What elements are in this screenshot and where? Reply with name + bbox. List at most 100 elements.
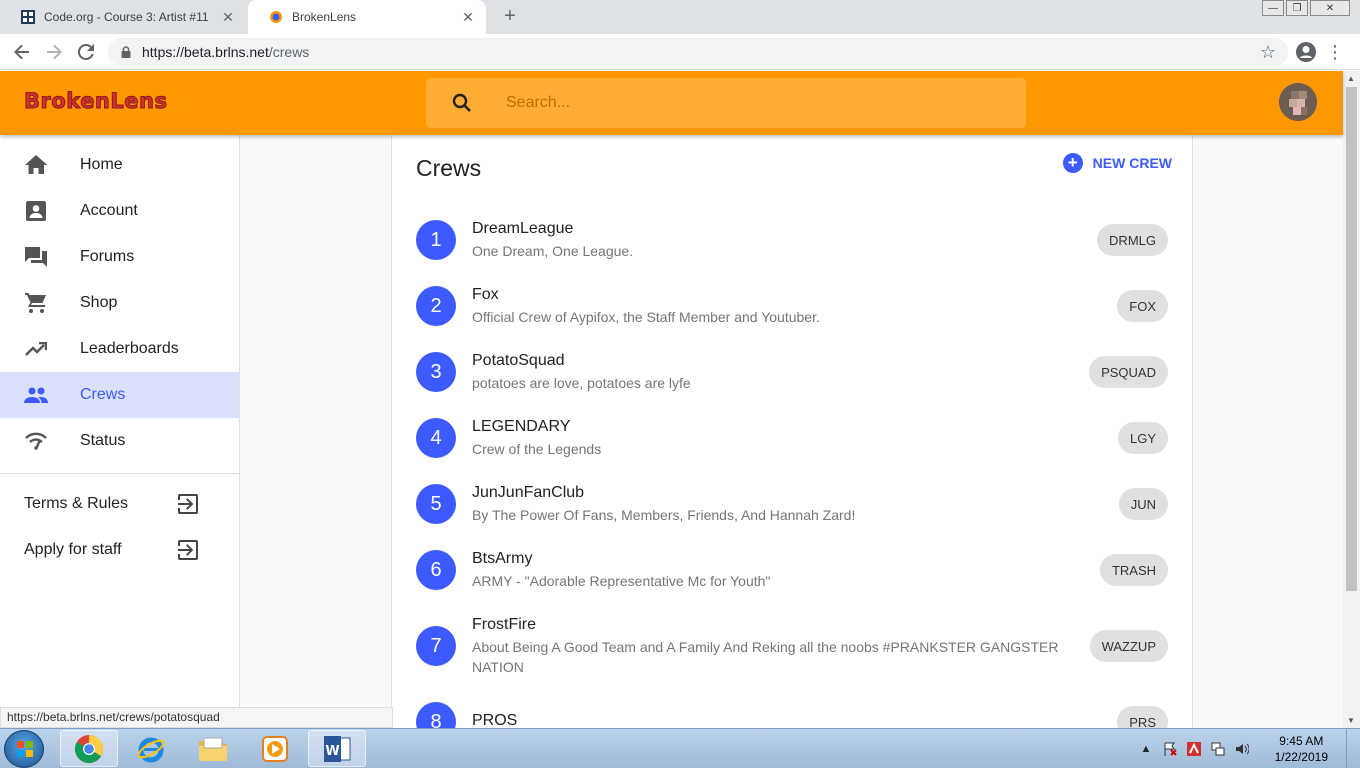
taskbar-media-player[interactable] bbox=[246, 730, 304, 767]
apply-staff-link[interactable]: Apply for staff bbox=[0, 527, 239, 573]
close-window-icon[interactable]: ✕ bbox=[1310, 0, 1350, 16]
sidebar-divider bbox=[0, 473, 239, 474]
terms-rules-link[interactable]: Terms & Rules bbox=[0, 481, 239, 527]
taskbar-explorer[interactable] bbox=[184, 730, 242, 767]
tab-title: BrokenLens bbox=[292, 10, 357, 24]
crew-row[interactable]: 3 PotatoSquad potatoes are love, potatoe… bbox=[392, 351, 1192, 393]
crew-row[interactable]: 5 JunJunFanClub By The Power Of Fans, Me… bbox=[392, 483, 1192, 525]
chrome-icon bbox=[75, 734, 103, 763]
internet-explorer-icon bbox=[137, 737, 165, 762]
crew-row[interactable]: 4 LEGENDARY Crew of the Legends LGY bbox=[392, 417, 1192, 459]
crew-name: PROS bbox=[472, 712, 518, 728]
crew-text: DreamLeague One Dream, One League. bbox=[472, 219, 1062, 261]
link-label: Terms & Rules bbox=[24, 495, 129, 512]
scroll-down-arrow-icon[interactable]: ▼ bbox=[1347, 716, 1355, 725]
tray-expand-icon[interactable]: ▲ bbox=[1138, 741, 1154, 757]
page-scrollbar[interactable]: ▲ ▼ bbox=[1343, 71, 1360, 728]
sidebar-item-shop[interactable]: Shop bbox=[0, 280, 239, 326]
account-box-icon bbox=[24, 199, 48, 223]
crew-tag-chip[interactable]: TRASH bbox=[1099, 554, 1168, 586]
taskbar-chrome[interactable] bbox=[60, 730, 118, 767]
crew-name: JunJunFanClub bbox=[472, 484, 585, 501]
crew-tag-chip[interactable]: PSQUAD bbox=[1089, 356, 1168, 388]
antivirus-icon[interactable] bbox=[1186, 741, 1202, 757]
restore-icon[interactable]: ❐ bbox=[1286, 0, 1308, 16]
crew-row[interactable]: 6 BtsArmy ARMY - "Adorable Representativ… bbox=[392, 549, 1192, 591]
url-path: /crews bbox=[268, 44, 310, 60]
forward-arrow-icon[interactable] bbox=[42, 40, 66, 64]
crew-tag-chip[interactable]: PRS bbox=[1117, 706, 1168, 728]
flag-icon[interactable] bbox=[1162, 741, 1178, 757]
folder-icon bbox=[199, 737, 227, 761]
more-vert-icon[interactable]: ⋮ bbox=[1326, 42, 1344, 63]
volume-icon[interactable] bbox=[1234, 741, 1250, 757]
browser-tab-bar: Code.org - Course 3: Artist #11 ✕ Broken… bbox=[0, 0, 1360, 34]
main-content: Crews + NEW CREW 1 DreamLeague One Dream… bbox=[240, 135, 1343, 728]
new-crew-button[interactable]: + NEW CREW bbox=[1062, 153, 1172, 173]
crew-description: potatoes are love, potatoes are lyfe bbox=[472, 375, 691, 391]
back-arrow-icon[interactable] bbox=[10, 40, 34, 64]
taskbar-ie[interactable] bbox=[122, 730, 180, 767]
user-avatar[interactable] bbox=[1279, 83, 1317, 121]
crew-row[interactable]: 1 DreamLeague One Dream, One League. DRM… bbox=[392, 219, 1192, 261]
crew-tag-chip[interactable]: WAZZUP bbox=[1089, 630, 1168, 662]
scrollbar-thumb[interactable] bbox=[1346, 87, 1357, 591]
close-tab-icon[interactable]: ✕ bbox=[460, 9, 476, 26]
search-bar[interactable] bbox=[426, 78, 1026, 128]
sidebar-item-label: Forums bbox=[80, 248, 135, 265]
lock-icon bbox=[121, 46, 131, 58]
codeorg-favicon-icon bbox=[20, 9, 36, 25]
sidebar-item-crews[interactable]: Crews bbox=[0, 372, 239, 418]
crew-tag-chip[interactable]: LGY bbox=[1117, 422, 1168, 454]
sidebar-item-forums[interactable]: Forums bbox=[0, 234, 239, 280]
new-tab-button[interactable]: + bbox=[498, 5, 522, 29]
system-tray: ▲ bbox=[1138, 741, 1250, 757]
bookmark-star-icon[interactable]: ☆ bbox=[1260, 42, 1276, 63]
crew-tag-chip[interactable]: FOX bbox=[1117, 290, 1168, 322]
network-icon[interactable] bbox=[1210, 741, 1226, 757]
crew-name: FrostFire bbox=[472, 616, 536, 633]
crew-text: JunJunFanClub By The Power Of Fans, Memb… bbox=[472, 483, 1062, 525]
forum-icon bbox=[24, 245, 48, 269]
crew-rank: 8 bbox=[416, 702, 456, 728]
sidebar-item-label: Home bbox=[80, 156, 123, 173]
crew-row[interactable]: 7 FrostFire About Being A Good Team and … bbox=[392, 615, 1192, 677]
crew-name: PotatoSquad bbox=[472, 352, 565, 369]
crew-name: DreamLeague bbox=[472, 220, 574, 237]
scroll-up-arrow-icon[interactable]: ▲ bbox=[1347, 74, 1355, 83]
close-tab-icon[interactable]: ✕ bbox=[220, 9, 236, 26]
sidebar-item-account[interactable]: Account bbox=[0, 188, 239, 234]
url-field[interactable]: https://beta.brlns.net/crews bbox=[108, 38, 1288, 66]
start-button[interactable] bbox=[4, 730, 44, 768]
crew-description: About Being A Good Team and A Family And… bbox=[472, 639, 1059, 675]
crew-rank: 4 bbox=[416, 418, 456, 458]
crew-text: PROS bbox=[472, 711, 1062, 728]
taskbar-word[interactable]: W bbox=[308, 730, 366, 767]
crew-description: ARMY - "Adorable Representative Mc for Y… bbox=[472, 573, 771, 589]
crew-row[interactable]: 8 PROS PRS bbox=[392, 701, 1192, 728]
reload-icon[interactable] bbox=[74, 40, 98, 64]
link-label: Apply for staff bbox=[24, 541, 122, 558]
crew-tag-chip[interactable]: JUN bbox=[1118, 488, 1168, 520]
system-clock[interactable]: 9:45 AM 1/22/2019 bbox=[1275, 733, 1328, 765]
crew-description: Crew of the Legends bbox=[472, 441, 602, 457]
show-desktop-button[interactable] bbox=[1346, 729, 1360, 768]
page-title: Crews bbox=[416, 155, 482, 181]
sidebar-item-label: Account bbox=[80, 202, 138, 219]
tab-brokenlens[interactable]: BrokenLens ✕ bbox=[248, 0, 486, 34]
crew-rank: 7 bbox=[416, 626, 456, 666]
crew-description: One Dream, One League. bbox=[472, 243, 634, 259]
crew-tag-chip[interactable]: DRMLG bbox=[1097, 224, 1168, 256]
brokenlens-logo[interactable]: BrokenLens bbox=[23, 89, 167, 114]
minimize-icon[interactable]: — bbox=[1262, 0, 1284, 16]
crew-text: FrostFire About Being A Good Team and A … bbox=[472, 615, 1062, 677]
sidebar-item-leaderboards[interactable]: Leaderboards bbox=[0, 326, 239, 372]
clock-time: 9:45 AM bbox=[1279, 734, 1324, 748]
crew-row[interactable]: 2 Fox Official Crew of Aypifox, the Staf… bbox=[392, 285, 1192, 327]
sidebar-item-status[interactable]: Status bbox=[0, 418, 239, 464]
crew-description: By The Power Of Fans, Members, Friends, … bbox=[472, 507, 856, 523]
search-input[interactable] bbox=[506, 94, 986, 112]
profile-icon[interactable] bbox=[1296, 42, 1316, 62]
sidebar-item-home[interactable]: Home bbox=[0, 142, 239, 188]
tab-codeorg[interactable]: Code.org - Course 3: Artist #11 ✕ bbox=[0, 0, 246, 34]
